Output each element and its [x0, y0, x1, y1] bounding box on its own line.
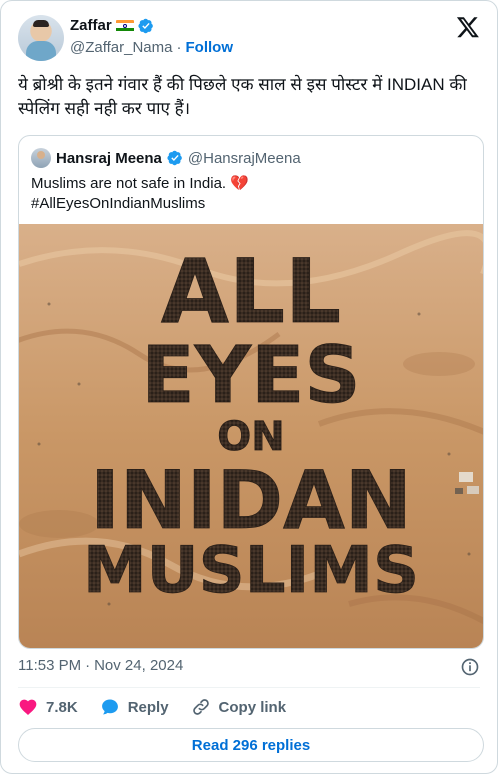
tweet-text: ये ब्रोश्री के इतने गंवार हैं की पिछले ए…: [18, 75, 467, 118]
author-avatar[interactable]: [18, 15, 64, 61]
author-handle-row: @Zaffar_Nama · Follow: [70, 39, 233, 56]
quoted-text-line1: Muslims are not safe in India. 💔: [31, 175, 249, 192]
image-word-eyes: EYES: [141, 331, 360, 421]
author-handle[interactable]: @Zaffar_Nama: [70, 39, 173, 56]
tweet-date: Nov 24, 2024: [94, 657, 184, 674]
quoted-name: Hansraj Meena: [56, 149, 162, 167]
tweet-time: 11:53 PM: [18, 657, 82, 674]
quoted-hashtag[interactable]: #AllEyesOnIndianMuslims: [31, 194, 249, 214]
reply-label: Reply: [127, 698, 169, 716]
verified-badge-icon: [138, 18, 153, 33]
quoted-text: Muslims are not safe in India. 💔 #AllEye…: [31, 174, 249, 214]
desert-crowd-image: ALL EYES ON INIDAN MUSLIMS: [19, 224, 483, 648]
divider: [18, 687, 480, 688]
quoted-header: Hansraj Meena @HansrajMeena: [31, 148, 301, 168]
author-name[interactable]: Zaffar: [70, 17, 112, 34]
tweet-card: Zaffar @Zaffar_Nama · Follow ये ब्रोश्री…: [0, 0, 498, 774]
read-replies-button[interactable]: Read 296 replies: [18, 728, 484, 762]
quoted-image[interactable]: ALL EYES ON INIDAN MUSLIMS: [19, 224, 483, 648]
avatar-shirt: [26, 41, 56, 61]
tweet-timestamp[interactable]: 11:53 PM · Nov 24, 2024: [18, 657, 183, 674]
copy-link-button[interactable]: Copy link: [191, 697, 287, 717]
copy-link-label: Copy link: [218, 698, 287, 716]
quoted-avatar: [31, 148, 51, 168]
image-word-all: ALL: [161, 240, 341, 343]
info-icon[interactable]: [460, 657, 480, 677]
like-button[interactable]: 7.8K: [18, 697, 78, 717]
india-flag-icon: [115, 19, 134, 32]
separator-dot: ·: [176, 39, 182, 56]
follow-button[interactable]: Follow: [186, 39, 234, 56]
x-logo-icon[interactable]: [456, 15, 480, 39]
tweet-header: Zaffar @Zaffar_Nama · Follow: [18, 15, 480, 63]
image-word-muslims: MUSLIMS: [83, 534, 419, 608]
link-icon: [192, 699, 209, 715]
separator-dot: ·: [85, 657, 91, 674]
speech-bubble-icon: [101, 699, 118, 715]
reply-button[interactable]: Reply: [100, 697, 169, 717]
verified-badge-icon: [167, 150, 182, 166]
heart-icon: [19, 699, 37, 715]
quoted-handle: @HansrajMeena: [187, 149, 301, 167]
avatar-hair: [33, 20, 49, 27]
action-bar: 7.8K Reply Copy link: [18, 697, 308, 717]
author-name-row: Zaffar: [70, 17, 154, 34]
quoted-tweet[interactable]: Hansraj Meena @HansrajMeena Muslims are …: [18, 135, 484, 649]
like-count: 7.8K: [46, 698, 78, 716]
